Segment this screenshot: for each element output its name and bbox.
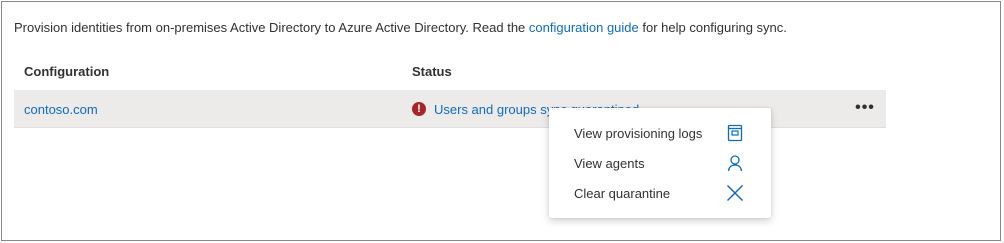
intro-text: Provision identities from on-premises Ac… [14, 20, 787, 35]
menu-item-clear-quarantine[interactable]: Clear quarantine [549, 178, 771, 208]
error-icon: ! [412, 102, 426, 116]
close-icon [726, 184, 744, 202]
menu-item-view-provisioning-logs[interactable]: View provisioning logs [549, 118, 771, 148]
table-header: Configuration Status [14, 64, 886, 84]
more-options-button[interactable]: ••• [854, 98, 876, 118]
column-header-status: Status [412, 64, 452, 79]
menu-item-label: Clear quarantine [574, 186, 671, 201]
configuration-link[interactable]: contoso.com [24, 102, 98, 117]
intro-text-after: for help configuring sync. [638, 20, 787, 35]
person-icon [727, 155, 743, 172]
logs-icon [727, 124, 743, 142]
menu-item-view-agents[interactable]: View agents [549, 148, 771, 178]
intro-text-before: Provision identities from on-premises Ac… [14, 20, 529, 35]
menu-item-label: View agents [574, 156, 645, 171]
column-header-configuration: Configuration [24, 64, 110, 79]
sync-panel: Provision identities from on-premises Ac… [1, 1, 1001, 241]
context-menu: View provisioning logs View agents Clear… [549, 108, 771, 218]
menu-item-label: View provisioning logs [574, 126, 703, 141]
configuration-guide-link[interactable]: configuration guide [529, 20, 639, 35]
